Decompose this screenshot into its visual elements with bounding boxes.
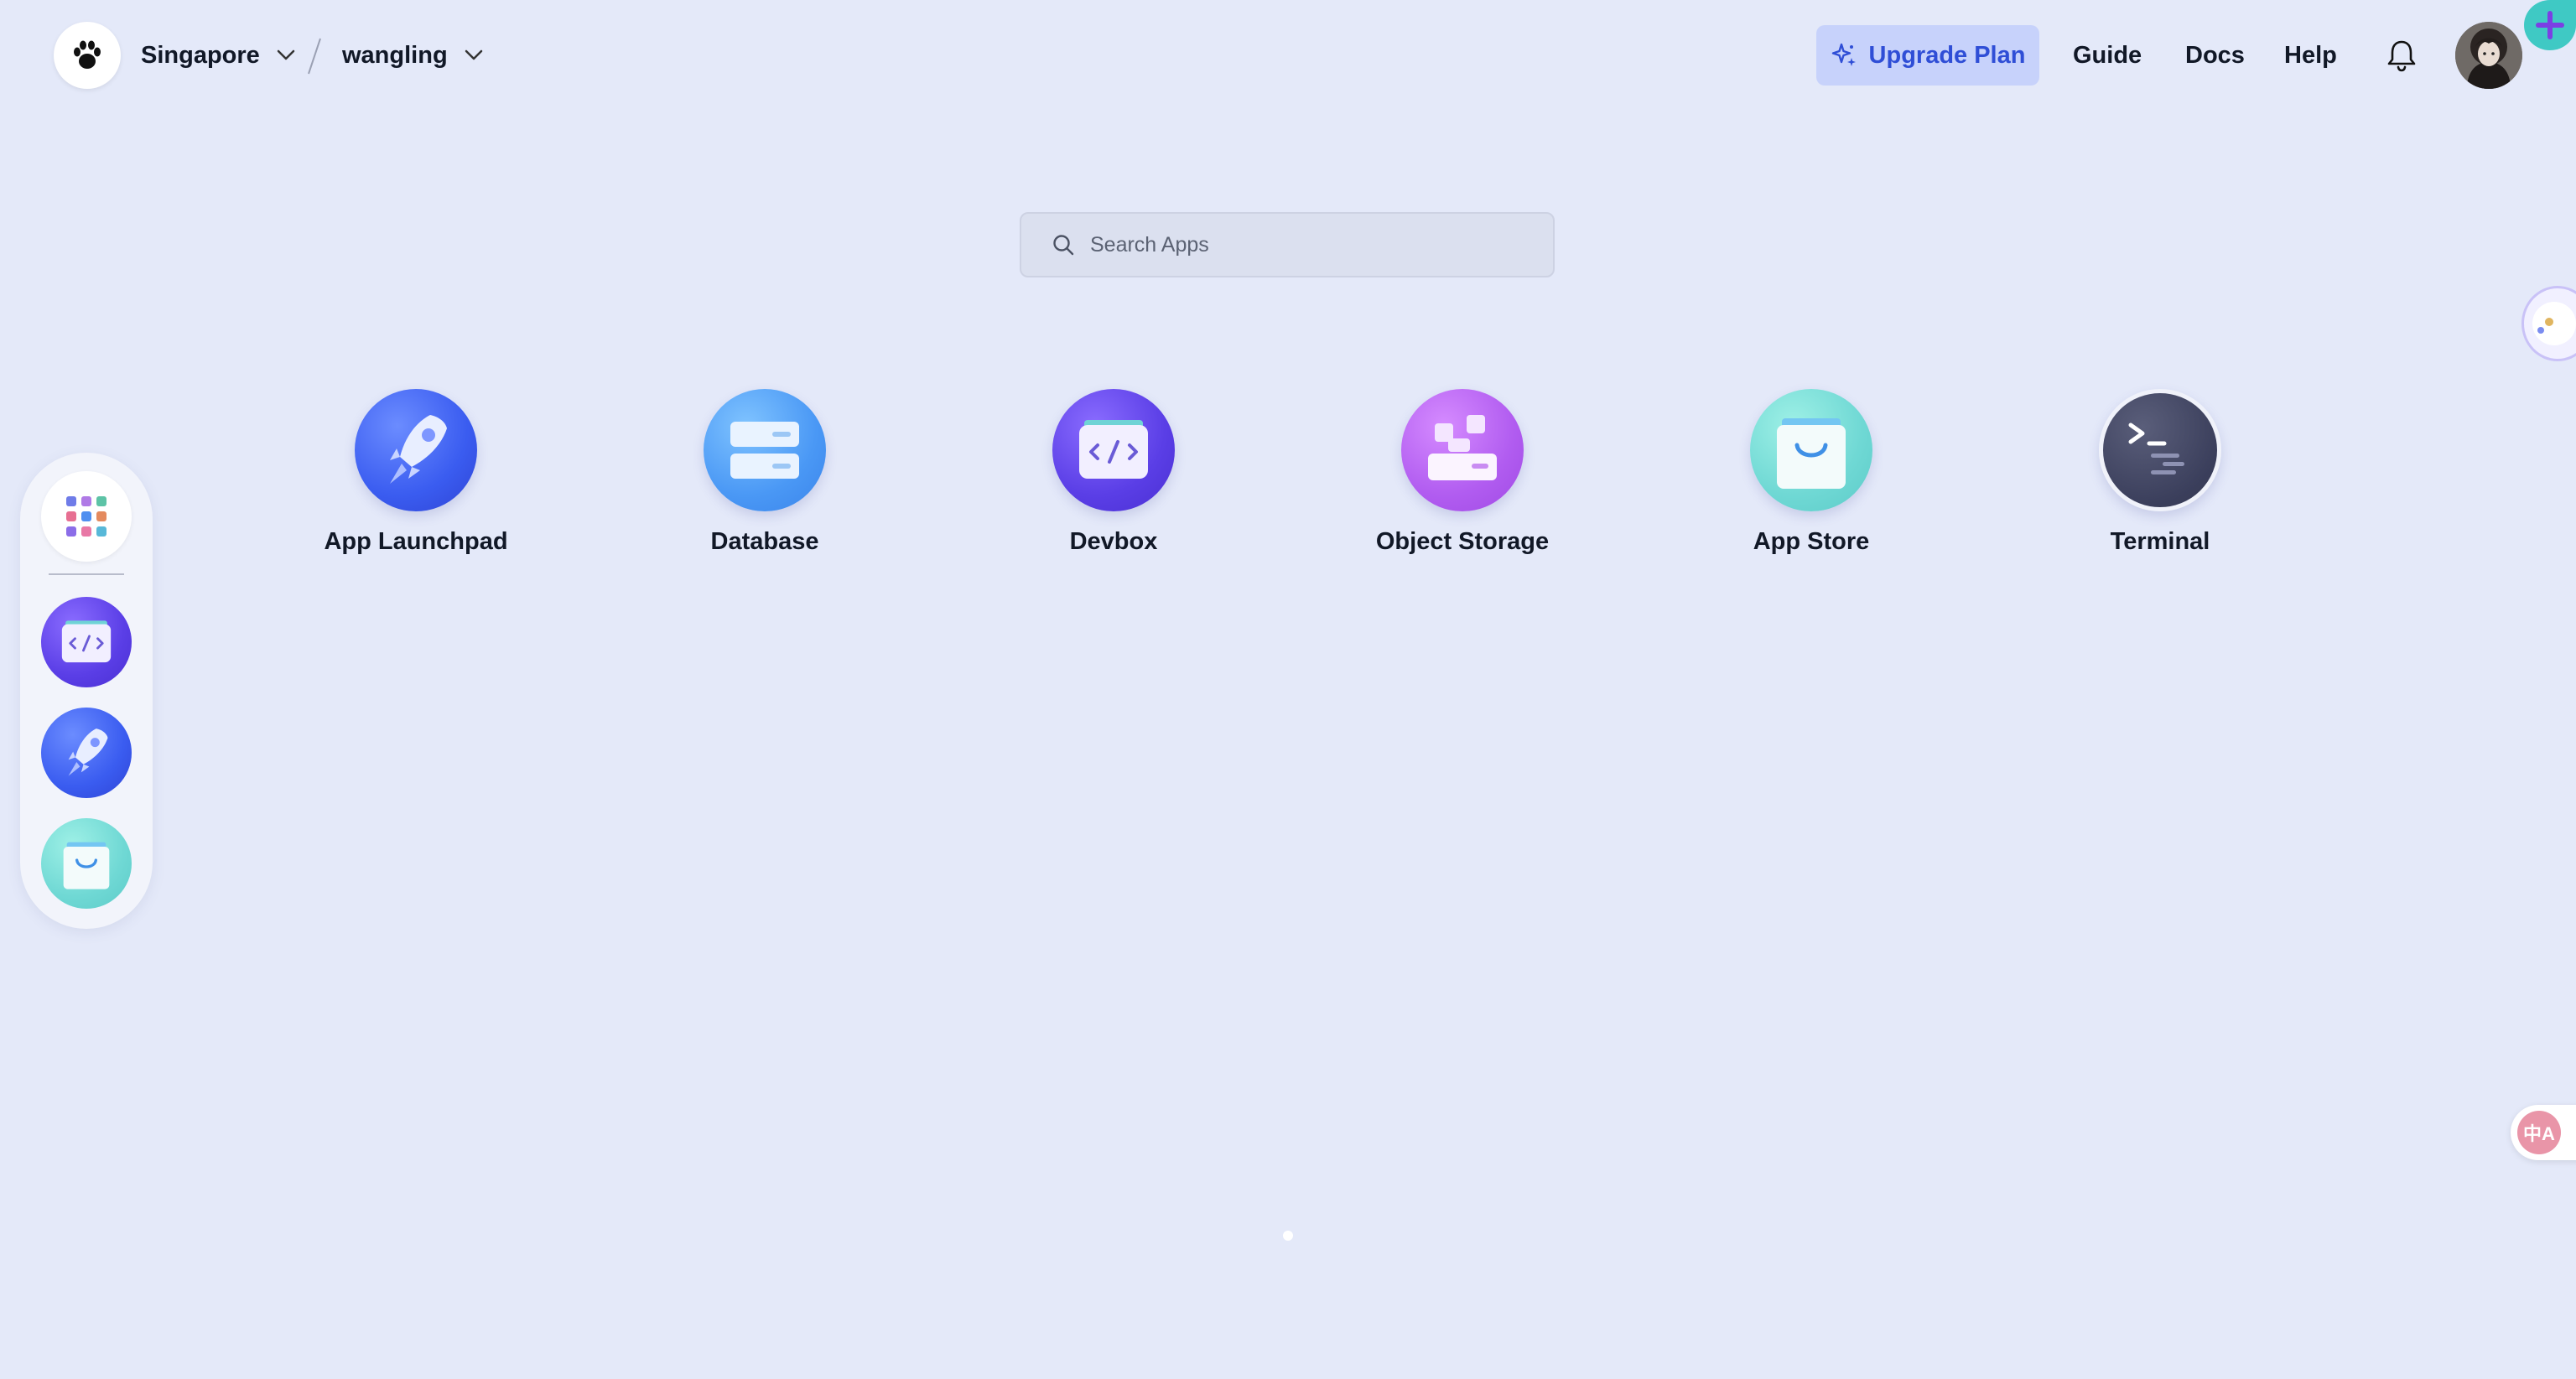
- app-store[interactable]: App Store: [1685, 389, 1937, 573]
- sparkle-icon: [1831, 43, 1856, 66]
- app-launchpad[interactable]: App Launchpad: [290, 389, 542, 573]
- rocket-icon: [68, 728, 108, 776]
- shopping-bag-icon: [63, 842, 110, 889]
- workspace-selector[interactable]: wangling: [342, 32, 483, 79]
- app-label: App Store: [1753, 528, 1870, 555]
- rocket-icon: [355, 389, 477, 511]
- translate-button[interactable]: 中A: [2511, 1105, 2576, 1160]
- upgrade-plan-button[interactable]: Upgrade Plan: [1816, 25, 2039, 86]
- top-header: Singapore wangling Upgrade Plan Guide Do…: [0, 0, 2576, 114]
- region-label: Singapore: [141, 41, 260, 69]
- docs-link[interactable]: Docs: [2185, 32, 2245, 79]
- plus-icon: [2536, 11, 2564, 39]
- dock-devbox-button[interactable]: [41, 597, 132, 687]
- region-selector[interactable]: Singapore: [141, 32, 295, 79]
- dock-divider: [49, 573, 124, 575]
- user-avatar[interactable]: [2455, 22, 2522, 89]
- app-devbox[interactable]: Devbox: [988, 389, 1239, 573]
- page-indicator-dot[interactable]: [1283, 1231, 1293, 1241]
- code-box-icon: [1052, 389, 1175, 511]
- logo[interactable]: [54, 22, 121, 89]
- code-box-icon: [61, 620, 112, 663]
- bell-icon[interactable]: [2383, 37, 2420, 74]
- app-label: App Launchpad: [324, 528, 508, 555]
- object-storage-icon: [1401, 389, 1524, 511]
- search-input[interactable]: [1088, 231, 1528, 258]
- floating-assistant-button[interactable]: [2524, 288, 2576, 359]
- dock-all-apps-button[interactable]: [41, 471, 132, 562]
- dock-app-store-button[interactable]: [41, 818, 132, 909]
- search-box[interactable]: [1020, 212, 1555, 277]
- chevron-down-icon: [465, 49, 482, 60]
- desktop-page: Singapore wangling Upgrade Plan Guide Do…: [0, 0, 2576, 1379]
- upgrade-plan-label: Upgrade Plan: [1868, 41, 2026, 69]
- guide-link[interactable]: Guide: [2073, 32, 2142, 79]
- breadcrumb-separator: [308, 38, 321, 75]
- add-button[interactable]: [2524, 0, 2576, 50]
- app-label: Terminal: [2110, 528, 2210, 555]
- app-terminal[interactable]: Terminal: [2034, 389, 2286, 573]
- app-label: Devbox: [1069, 528, 1158, 555]
- translate-icon: 中A: [2517, 1111, 2561, 1154]
- shopping-bag-icon: [1750, 389, 1872, 511]
- dock-launchpad-button[interactable]: [41, 708, 132, 798]
- database-icon: [704, 389, 826, 511]
- paw-icon: [74, 40, 101, 69]
- search-icon: [1053, 235, 1074, 256]
- app-database[interactable]: Database: [639, 389, 891, 573]
- assistant-icon: [2532, 302, 2576, 345]
- app-object-storage[interactable]: Object Storage: [1337, 389, 1588, 573]
- avatar-image: [2455, 22, 2522, 89]
- chevron-down-icon: [277, 49, 295, 60]
- apps-grid-icon: [66, 496, 106, 537]
- app-label: Database: [710, 528, 819, 555]
- workspace-label: wangling: [342, 41, 448, 69]
- app-label: Object Storage: [1375, 528, 1550, 555]
- app-dock: [20, 453, 153, 929]
- help-link[interactable]: Help: [2284, 32, 2337, 79]
- terminal-icon: [2099, 389, 2221, 511]
